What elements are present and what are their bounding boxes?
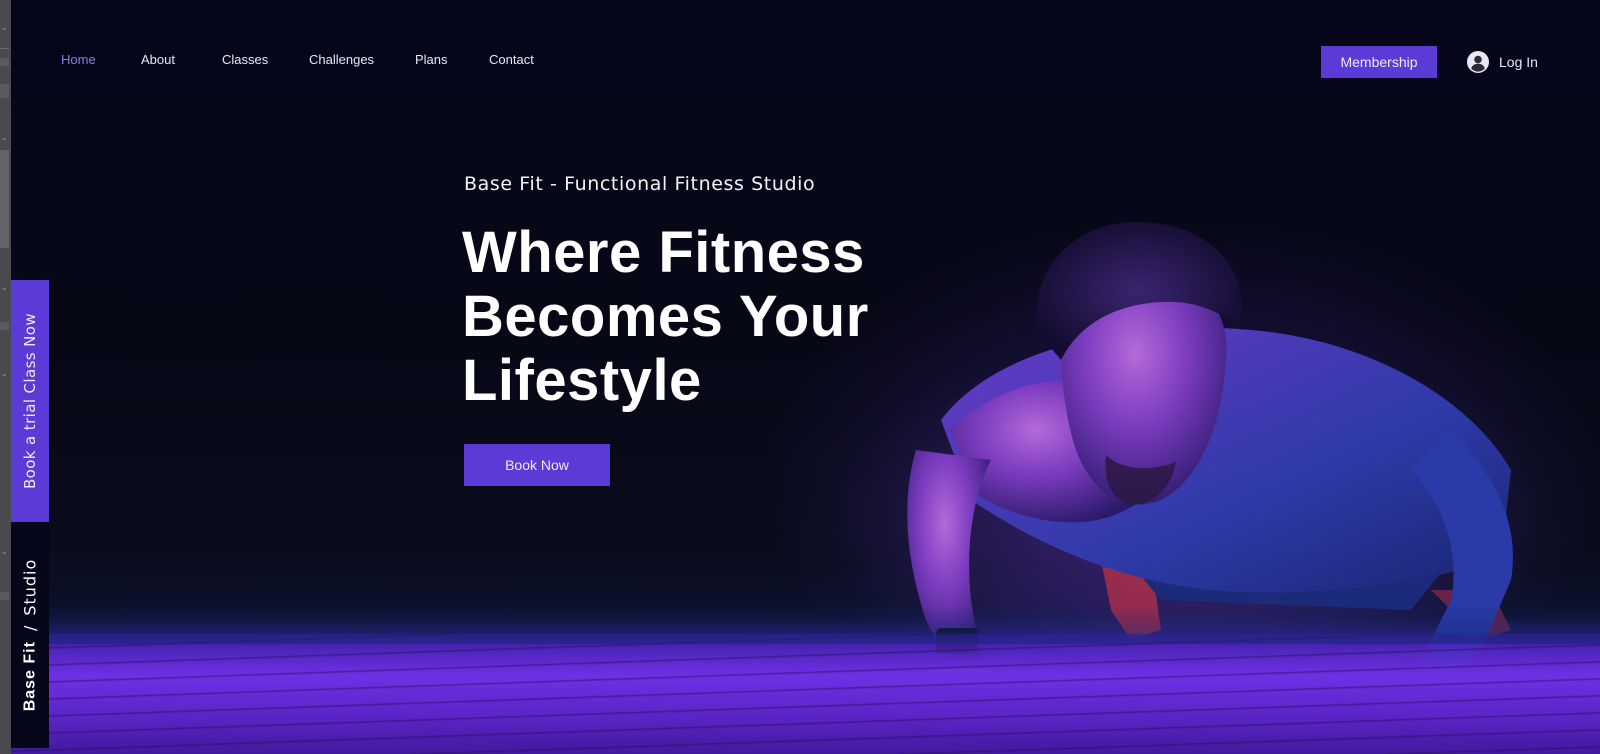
nav-item-plans[interactable]: Plans [415, 52, 448, 67]
chevron-down-icon[interactable]: ⌄ [1, 548, 8, 556]
membership-button[interactable]: Membership [1321, 46, 1437, 78]
strip-handle[interactable] [0, 58, 9, 66]
book-now-button[interactable]: Book Now [464, 444, 610, 486]
hero-content: Base Fit - Functional Fitness Studio Whe… [462, 173, 962, 413]
chevron-up-icon[interactable]: ⌃ [1, 374, 8, 382]
user-avatar-icon [1467, 51, 1489, 73]
nav-item-challenges[interactable]: Challenges [309, 52, 374, 67]
book-trial-label: Book a trial Class Now [21, 312, 39, 490]
hero-tagline: Base Fit - Functional Fitness Studio [464, 173, 816, 195]
book-trial-tab[interactable]: Book a trial Class Now [11, 280, 49, 522]
strip-handle[interactable] [0, 592, 9, 600]
login-label: Log In [1499, 54, 1538, 70]
floor-surface [11, 604, 1600, 754]
brand-name: Base Fit [21, 641, 38, 712]
chevron-down-icon[interactable]: ⌄ [1, 24, 8, 32]
strip-handle[interactable] [0, 84, 9, 98]
nav-item-home[interactable]: Home [61, 52, 96, 67]
headline-line: Lifestyle [462, 348, 702, 413]
headline-line: Where Fitness [462, 220, 865, 285]
brand-studio: Studio [20, 558, 40, 616]
chevron-up-icon[interactable]: ⌃ [1, 138, 8, 146]
strip-scrollbar[interactable] [0, 150, 9, 248]
strip-handle[interactable] [0, 322, 9, 330]
nav-item-classes[interactable]: Classes [222, 52, 268, 67]
headline-line: Becomes Your [462, 284, 869, 349]
strip-divider [0, 48, 9, 49]
login-button[interactable]: Log In [1467, 50, 1538, 74]
brand-separator: / [20, 625, 40, 632]
hero-headline: Where Fitness Becomes Your Lifestyle [462, 221, 962, 413]
chevron-down-icon[interactable]: ⌄ [1, 284, 8, 292]
site-header: Home About Classes Challenges Plans Cont… [11, 0, 1600, 86]
nav-item-about[interactable]: About [141, 52, 175, 67]
nav-item-contact[interactable]: Contact [489, 52, 534, 67]
brand-tab: Base Fit / Studio [11, 522, 49, 748]
